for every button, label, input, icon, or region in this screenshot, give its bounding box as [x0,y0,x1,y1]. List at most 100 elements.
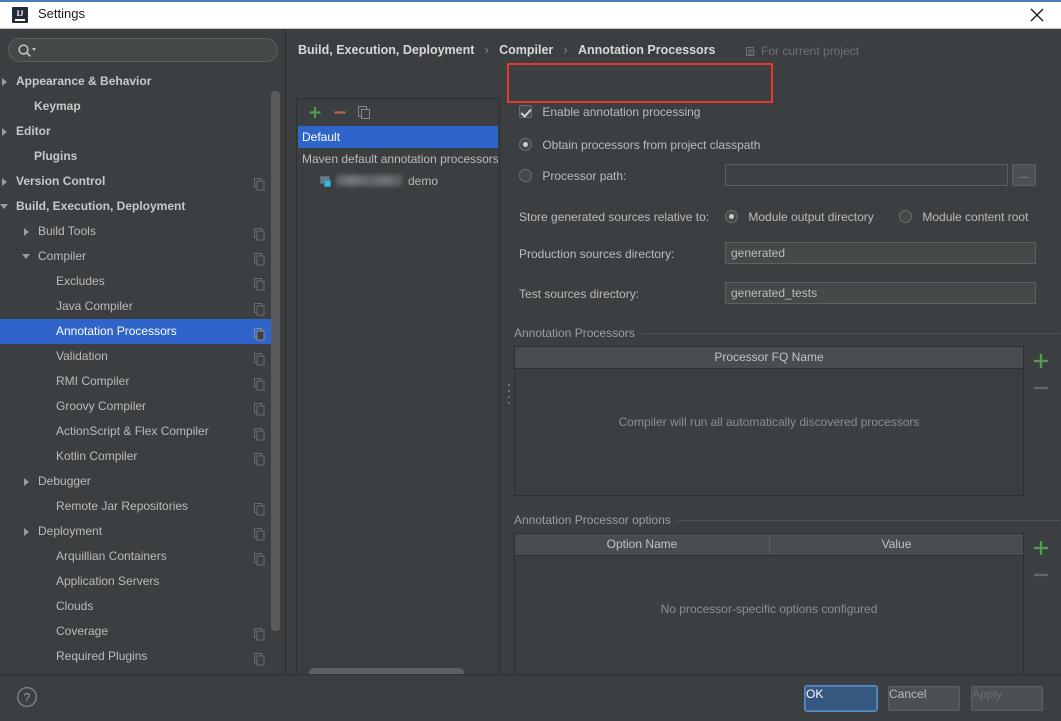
sidebar-item-remote-jar-repositories[interactable]: Remote Jar Repositories [0,494,278,519]
test-sources-input[interactable] [725,282,1036,304]
sidebar-item-debugger[interactable]: Debugger [0,469,278,494]
test-sources-label: Test sources directory: [519,287,640,301]
intellij-idea-icon: IJ [12,7,28,23]
processor-path-browse-button[interactable]: ... [1012,164,1036,186]
chevron-right-icon[interactable] [0,119,12,144]
enable-annotation-processing-checkbox[interactable] [519,105,532,118]
settings-tree[interactable]: Appearance & Behavior Keymap Editor Plugins… [0,69,278,674]
options-add-button[interactable] [1030,536,1052,562]
apply-button[interactable]: Apply [971,686,1043,711]
chevron-right-icon[interactable] [0,169,12,194]
help-icon[interactable]: ? [16,686,38,708]
obtain-from-classpath-row[interactable]: Obtain processors from project classpath [519,138,760,152]
copy-settings-icon[interactable] [253,175,266,191]
module-content-root-row[interactable]: Module content root [899,210,1028,224]
settings-detail-panel: Build, Execution, Deployment › Compiler … [286,29,1061,683]
sidebar-item-excludes[interactable]: Excludes [0,269,278,294]
copy-settings-icon[interactable] [253,225,266,241]
search-input[interactable] [39,41,275,61]
copy-settings-icon[interactable] [253,325,266,341]
processors-add-button[interactable] [1030,349,1052,375]
ok-button[interactable]: OK [804,685,878,712]
breadcrumb: Build, Execution, Deployment › Compiler … [298,43,716,61]
options-column-value[interactable]: Value [770,534,1023,555]
sidebar-item-required-plugins[interactable]: Required Plugins [0,644,278,669]
copy-settings-icon[interactable] [253,450,266,466]
sidebar-item-editor[interactable]: Editor [0,119,278,144]
breadcrumb-item-build[interactable]: Build, Execution, Deployment [298,43,474,57]
processors-remove-button[interactable] [1030,375,1052,401]
copy-settings-icon[interactable] [253,550,266,566]
module-content-root-radio[interactable] [899,210,912,223]
sidebar-item-deployment[interactable]: Deployment [0,519,278,544]
module-output-directory-row[interactable]: Module output directory [725,210,874,224]
processors-column-fqname[interactable]: Processor FQ Name [515,347,1023,368]
copy-settings-icon[interactable] [253,400,266,416]
copy-settings-icon[interactable] [253,350,266,366]
sidebar-scrollbar-thumb[interactable] [271,91,280,631]
sidebar-item-java-compiler[interactable]: Java Compiler [0,294,278,319]
processor-path-input[interactable] [725,164,1008,186]
options-column-name[interactable]: Option Name [515,534,769,555]
chevron-right-icon[interactable] [22,519,34,544]
project-scope-icon [746,46,757,60]
sidebar-item-label: Clouds [56,599,94,613]
copy-settings-icon[interactable] [253,275,266,291]
sidebar-item-plugins[interactable]: Plugins [0,144,278,169]
processor-path-row[interactable]: Processor path: [519,169,626,183]
sidebar-item-appearance-and-behavior[interactable]: Appearance & Behavior [0,69,278,94]
module-output-directory-radio[interactable] [725,210,738,223]
chevron-right-icon[interactable] [22,219,34,244]
profile-list-item-label: Default [302,130,341,144]
add-icon[interactable] [306,104,324,121]
search-field[interactable] [8,38,278,62]
sidebar-item-clouds[interactable]: Clouds [0,594,278,619]
copy-settings-icon[interactable] [253,250,266,266]
sidebar-item-validation[interactable]: Validation [0,344,278,369]
annotation-processor-settings: Enable annotation processing Obtain proc… [514,91,1060,683]
sidebar-item-annotation-processors[interactable]: Annotation Processors [0,319,278,344]
sidebar-item-compiler[interactable]: Compiler [0,244,278,269]
chevron-down-icon[interactable] [22,244,34,269]
processors-table[interactable]: Processor FQ Name Compiler will run all … [514,346,1024,496]
options-remove-button[interactable] [1030,562,1052,588]
chevron-down-icon[interactable] [0,194,12,219]
obtain-from-classpath-radio[interactable] [519,138,532,151]
profile-list-item[interactable]: demo [298,170,498,192]
profile-list-item[interactable]: Default [298,126,498,148]
processor-path-radio[interactable] [519,169,532,182]
copy-settings-icon[interactable] [253,300,266,316]
store-relative-label: Store generated sources relative to: [519,210,710,224]
copy-settings-icon[interactable] [253,650,266,666]
sidebar-item-label: Coverage [56,624,109,638]
sidebar-item-coverage[interactable]: Coverage [0,619,278,644]
close-icon[interactable] [1015,0,1061,28]
cancel-button[interactable]: Cancel [888,686,960,711]
copy-settings-icon[interactable] [253,500,266,516]
sidebar-item-version-control[interactable]: Version Control [0,169,278,194]
copy-settings-icon[interactable] [253,625,266,641]
sidebar-item-keymap[interactable]: Keymap [0,94,278,119]
sidebar-item-kotlin-compiler[interactable]: Kotlin Compiler [0,444,278,469]
sidebar-item-rmi-compiler[interactable]: RMI Compiler [0,369,278,394]
breadcrumb-item-compiler[interactable]: Compiler [499,43,553,57]
sidebar-item-actionscript-and-flex-compiler[interactable]: ActionScript & Flex Compiler [0,419,278,444]
sidebar-item-build-tools[interactable]: Build Tools [0,219,278,244]
copy-settings-icon[interactable] [253,425,266,441]
sidebar-item-application-servers[interactable]: Application Servers [0,569,278,594]
copy-profile-icon[interactable] [355,104,373,121]
profile-list-item[interactable]: Maven default annotation processors prof… [298,148,498,170]
copy-settings-icon[interactable] [253,525,266,541]
breadcrumb-separator: › [484,43,489,57]
sidebar-item-arquillian-containers[interactable]: Arquillian Containers [0,544,278,569]
remove-icon[interactable] [331,104,349,121]
profiles-list[interactable]: Default Maven default annotation processo… [298,126,498,666]
sidebar-item-build-execution-deployment[interactable]: Build, Execution, Deployment [0,194,278,219]
chevron-right-icon[interactable] [22,469,34,494]
copy-settings-icon[interactable] [253,375,266,391]
options-table[interactable]: Option Name Value No processor-specific … [514,533,1024,683]
chevron-right-icon[interactable] [0,69,12,94]
production-sources-input[interactable] [725,242,1036,264]
enable-annotation-processing-row[interactable]: Enable annotation processing [519,105,700,119]
sidebar-item-groovy-compiler[interactable]: Groovy Compiler [0,394,278,419]
